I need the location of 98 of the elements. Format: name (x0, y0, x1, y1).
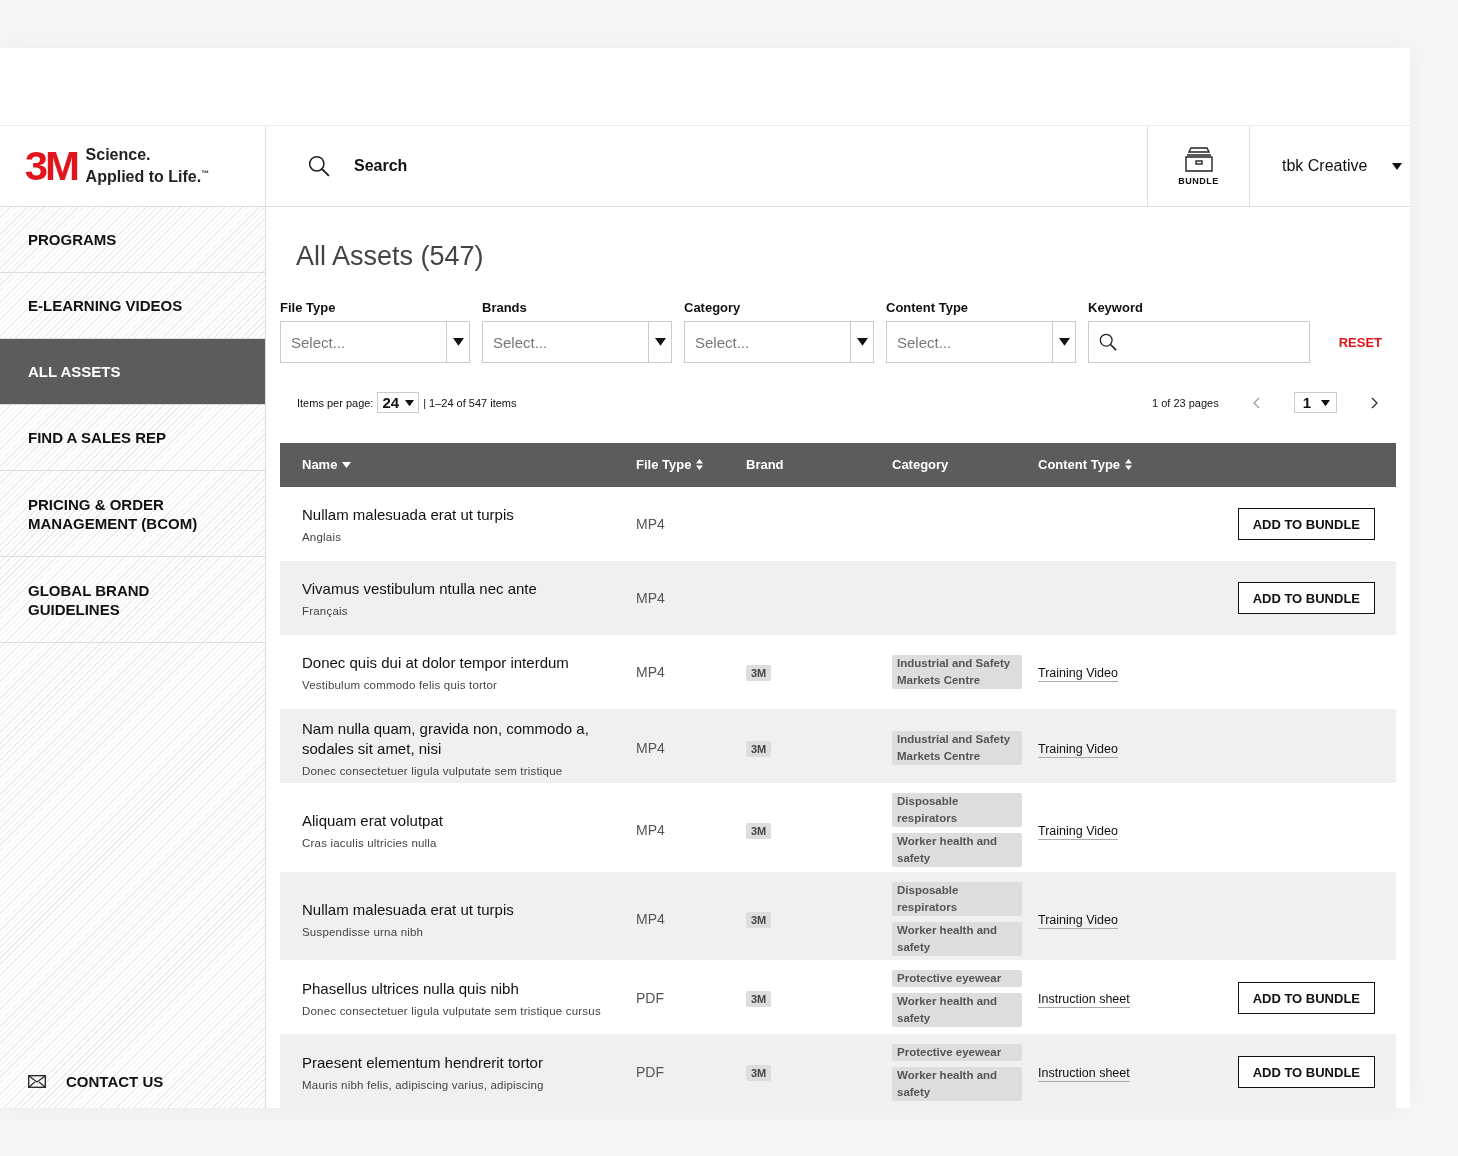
items-per-page-dropdown[interactable]: 24 (377, 392, 420, 414)
asset-subtitle: Mauris nibh felis, adipiscing varius, adipiscing (302, 1079, 545, 1092)
filter-dropdown[interactable]: Select... (482, 321, 672, 363)
filter-dropdown[interactable]: Select... (684, 321, 874, 363)
logo-mark: 3M (24, 146, 77, 186)
column-header[interactable]: File Type (636, 457, 692, 473)
content-type-link[interactable]: Training Video (1038, 824, 1118, 840)
asset-subtitle: Français (302, 605, 349, 617)
content-type-link[interactable]: Training Video (1038, 666, 1118, 682)
search-field[interactable]: Search (352, 156, 756, 176)
chevron-left-icon (1252, 396, 1260, 409)
sort-icon (696, 459, 704, 471)
search-icon (308, 155, 330, 177)
asset-name: Aliquam erat volutpat (302, 811, 444, 831)
filter-label: File Type (280, 300, 337, 315)
bundle-button[interactable]: BUNDLE (1147, 126, 1250, 206)
sidebar-item[interactable]: PROGRAMS (0, 207, 265, 273)
add-to-bundle-button[interactable]: ADD TO BUNDLE (1237, 508, 1375, 540)
items-per-page-label: Items per page: (297, 396, 374, 409)
asset-name: Vivamus vestibulum ntulla nec ante (302, 579, 538, 599)
caret-icon (1321, 399, 1330, 406)
filter-dropdown[interactable]: Select... (886, 321, 1076, 363)
caret-icon (654, 338, 666, 346)
sidebar-item[interactable]: PRICING & ORDER MANAGEMENT (BCOM) (0, 471, 265, 557)
filter-label: Category (684, 300, 742, 315)
content-type-link[interactable]: Instruction sheet (1038, 1066, 1130, 1083)
category-tag: Worker health and safety (892, 1067, 1022, 1101)
brand-tag: 3M (746, 665, 772, 681)
category-tag: Protective eyewear (892, 970, 1022, 987)
asset-name: Nullam malesuada erat ut turpis (302, 899, 515, 920)
file-type: MP4 (636, 910, 666, 927)
file-type: MP4 (636, 664, 666, 680)
reset-button[interactable]: RESET (1332, 321, 1388, 363)
filter-label: Brands (482, 300, 528, 315)
column-header[interactable]: Brand (746, 457, 784, 473)
envelope-icon (28, 1075, 46, 1088)
sort-icon (1125, 459, 1133, 471)
category-tag: Protective eyewear (892, 1044, 1022, 1061)
column-header[interactable]: Name (302, 457, 338, 473)
asset-subtitle: Vestibulum commodo felis quis tortor (302, 679, 499, 691)
asset-subtitle: Donec consectetuer ligula vulputate sem tristique (302, 765, 564, 777)
category-tag: Industrial and Safety Markets Centre (892, 731, 1022, 765)
page-dropdown[interactable]: 1 (1293, 392, 1337, 414)
asset-subtitle: Suspendisse urna nibh (302, 925, 425, 938)
category-tag: Worker health and safety (892, 921, 1022, 956)
column-header[interactable]: Content Type (1038, 457, 1121, 473)
sidebar-item[interactable]: ALL ASSETS (0, 339, 265, 405)
file-type: MP4 (636, 822, 666, 838)
content-type-link[interactable]: Instruction sheet (1038, 992, 1130, 1009)
caret-icon (1058, 338, 1070, 346)
asset-subtitle: Cras iaculis ultricies nulla (302, 837, 438, 849)
category-tag: Disposable respirators (892, 793, 1022, 827)
asset-subtitle: Donec consectetuer ligula vulputate sem tristique cursus (302, 1005, 602, 1018)
caret-icon (856, 338, 868, 346)
sidebar-item[interactable]: FIND A SALES REP (0, 405, 265, 471)
sidebar-item[interactable]: GLOBAL BRAND GUIDELINES (0, 557, 265, 643)
file-type: PDF (636, 1064, 665, 1081)
asset-name: Nullam malesuada erat ut turpis (302, 505, 515, 525)
category-tag: Worker health and safety (892, 833, 1022, 867)
add-to-bundle-button[interactable]: ADD TO BUNDLE (1237, 1056, 1375, 1089)
brand-tag: 3M (746, 911, 772, 928)
caret-icon (405, 399, 415, 406)
file-type: MP4 (636, 740, 666, 756)
caret-icon (452, 338, 464, 346)
search-icon (1099, 333, 1117, 351)
asset-subtitle: Anglais (302, 531, 343, 543)
category-tag: Industrial and Safety Markets Centre (892, 655, 1022, 689)
item-range: | 1–24 of 547 items (423, 396, 517, 409)
file-type: MP4 (636, 590, 666, 606)
caret-icon (1392, 162, 1402, 170)
logo-tagline: Science. Applied to Life.$^{™}$ (85, 145, 210, 187)
page-title: All Assets (547) (296, 241, 485, 272)
brand-tag: 3M (746, 741, 772, 757)
column-header[interactable]: Category (892, 457, 949, 473)
add-to-bundle-button[interactable]: ADD TO BUNDLE (1237, 582, 1375, 614)
chevron-right-icon (1371, 396, 1378, 409)
brand-tag: 3M (746, 1065, 772, 1082)
page-count: 1 of 23 pages (1152, 396, 1219, 409)
content-type-link[interactable]: Training Video (1038, 912, 1118, 929)
keyword-field[interactable] (1088, 321, 1310, 363)
add-to-bundle-button[interactable]: ADD TO BUNDLE (1237, 982, 1375, 1015)
sort-down-icon (342, 461, 352, 468)
filter-label: Content Type (886, 300, 970, 315)
filter-dropdown[interactable]: Select... (280, 321, 470, 363)
filter-label: Keyword (1088, 300, 1144, 315)
brand-tag: 3M (746, 991, 772, 1008)
file-type: MP4 (636, 516, 666, 532)
asset-name: Nam nulla quam, gravida non, commodo a, sodales sit amet, nisi (302, 719, 590, 759)
category-tag: Disposable respirators (892, 881, 1022, 916)
content-type-link[interactable]: Training Video (1038, 742, 1118, 758)
brand-tag: 3M (746, 823, 772, 839)
asset-name: Praesent elementum hendrerit tortor (302, 1053, 544, 1074)
asset-name: Donec quis dui at dolor tempor interdum (302, 653, 570, 673)
category-tag: Worker health and safety (892, 993, 1022, 1027)
asset-name: Phasellus ultrices nulla quis nibh (302, 979, 520, 1000)
file-type: PDF (636, 990, 665, 1007)
contact-link[interactable]: CONTACT US (0, 1073, 265, 1108)
file-drawer-icon (1184, 147, 1213, 172)
